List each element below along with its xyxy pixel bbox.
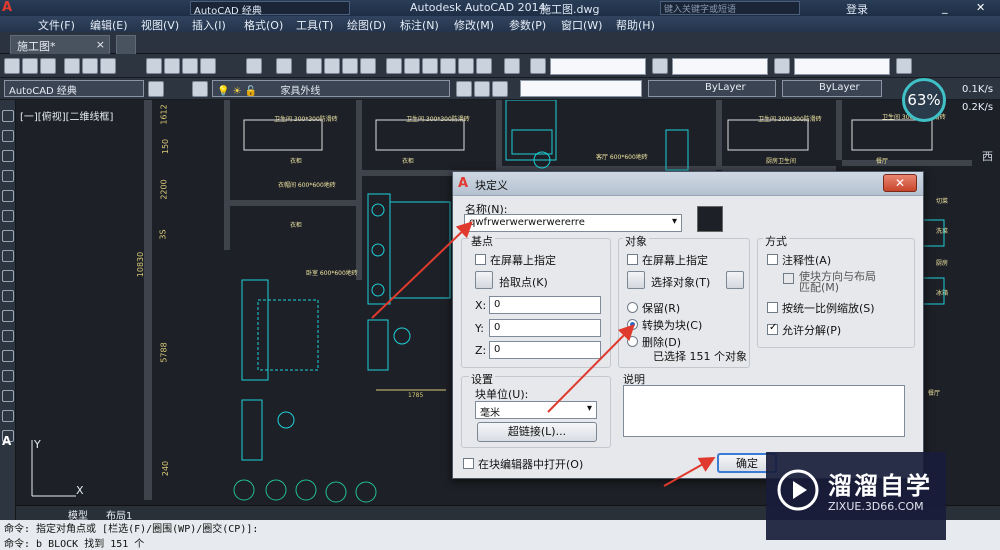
watermark-title: 溜溜自学 <box>828 472 932 500</box>
play-logo-icon <box>777 469 819 511</box>
autocad-window: A AutoCAD 经典 Autodesk AutoCAD 2014 施工图.d… <box>0 0 1000 550</box>
watermark-url: ZIXUE.3D66.COM <box>828 500 924 513</box>
watermark-logo: 溜溜自学 ZIXUE.3D66.COM <box>766 452 946 540</box>
